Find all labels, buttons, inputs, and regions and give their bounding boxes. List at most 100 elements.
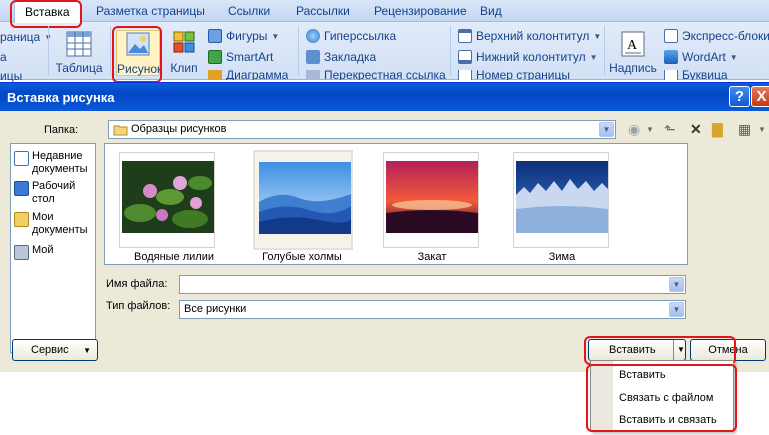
clip-button[interactable]: Клип xyxy=(166,30,202,75)
file-item[interactable] xyxy=(119,152,215,248)
diagram-label: Диаграмма xyxy=(226,70,289,80)
partial-item-tables: ицы xyxy=(0,69,22,83)
chart-icon xyxy=(208,70,222,80)
insert-picture-dialog: Вставка рисунка ? X Папка: Образцы рисун… xyxy=(0,82,769,372)
thumbnail-water-lilies xyxy=(122,161,214,233)
partial-item-page[interactable]: раница▼ xyxy=(0,30,52,44)
hyperlink-label: Гиперссылка xyxy=(324,29,397,43)
dropcap-icon xyxy=(664,70,678,80)
ribbon-separator xyxy=(110,26,111,76)
place-recent[interactable]: Недавние документы xyxy=(14,150,95,176)
table-icon xyxy=(66,31,92,57)
chevron-down-icon: ▼ xyxy=(589,52,598,62)
textbox-button[interactable]: A Надпись xyxy=(608,30,658,75)
header-button[interactable]: Верхний колонтитул ▼ xyxy=(458,29,601,43)
dropcap-button[interactable]: Буквица xyxy=(664,70,728,80)
new-folder-icon[interactable]: ▇ xyxy=(712,121,723,138)
diagram-button[interactable]: Диаграмма xyxy=(208,70,288,80)
clipart-icon xyxy=(173,31,195,53)
thumbnail-sunset xyxy=(386,161,478,233)
service-button[interactable]: Сервис ▼ xyxy=(12,339,98,361)
delete-icon[interactable]: ✕ xyxy=(690,121,702,138)
chevron-down-icon[interactable]: ▼ xyxy=(669,277,684,292)
file-item-selected[interactable] xyxy=(253,150,353,250)
chevron-down-icon: ▼ xyxy=(729,52,738,62)
crossref-button[interactable]: Перекрестная ссылка xyxy=(306,70,446,80)
desktop-icon xyxy=(14,181,29,196)
file-name-sunset: Закат xyxy=(417,251,447,263)
ribbon-separator xyxy=(604,26,605,76)
smartart-button[interactable]: SmartArt xyxy=(208,50,273,64)
svg-text:A: A xyxy=(627,38,638,53)
quickparts-label: Экспресс-блоки xyxy=(682,29,769,43)
chevron-down-icon: ▼ xyxy=(83,345,91,355)
folder-label: Папка: xyxy=(44,124,79,136)
wordart-button[interactable]: WordArt ▼ xyxy=(664,50,738,64)
textbox-icon: A xyxy=(621,31,645,57)
up-folder-icon[interactable]: ⬑ xyxy=(664,121,676,138)
file-name-blue-hills: Голубые холмы xyxy=(262,251,342,263)
partial-tables-label: ицы xyxy=(0,69,23,83)
chevron-down-icon: ▼ xyxy=(593,31,602,41)
file-name-winter: Зима xyxy=(548,251,576,263)
bookmark-label: Закладка xyxy=(324,50,377,64)
table-button[interactable]: Таблица xyxy=(54,30,104,75)
table-label: Таблица xyxy=(55,61,103,75)
thumbnail-winter xyxy=(516,161,608,233)
file-item[interactable] xyxy=(383,152,479,248)
shapes-label: Фигуры xyxy=(226,29,268,43)
partial-a-label: а xyxy=(0,50,7,64)
dropcap-label: Буквица xyxy=(682,70,728,80)
my-computer-icon xyxy=(14,245,29,260)
chevron-down-icon[interactable]: ▼ xyxy=(646,125,654,134)
tab-review[interactable]: Рецензирование xyxy=(374,4,467,18)
highlight-picture-button xyxy=(112,26,162,83)
folder-icon xyxy=(113,125,128,136)
back-icon[interactable]: ◉ xyxy=(628,121,640,138)
header-label: Верхний колонтитул xyxy=(476,29,590,43)
quickparts-button[interactable]: Экспресс-блоки xyxy=(664,29,769,43)
dialog-title: Вставка рисунка xyxy=(7,90,115,105)
partial-item-a[interactable]: а xyxy=(0,50,7,64)
shapes-icon xyxy=(208,29,222,43)
places-bar: Недавние документы Рабочий стол Мои доку… xyxy=(10,143,96,353)
footer-button[interactable]: Нижний колонтитул ▼ xyxy=(458,50,598,64)
chevron-down-icon: ▼ xyxy=(271,31,280,41)
filetype-select[interactable]: Все рисунки ▼ xyxy=(179,300,686,319)
dialog-titlebar[interactable]: Вставка рисунка ? X xyxy=(0,83,769,111)
close-button[interactable]: X xyxy=(751,86,769,107)
tab-references[interactable]: Ссылки xyxy=(228,4,270,18)
quickparts-icon xyxy=(664,29,678,43)
place-my-computer[interactable]: Мой xyxy=(14,244,54,260)
file-item[interactable] xyxy=(513,152,609,248)
pagenum-button[interactable]: Номер страницы xyxy=(458,70,570,80)
ribbon: Вставка Разметка страницы Ссылки Рассылк… xyxy=(0,0,769,83)
ribbon-separator xyxy=(298,26,299,76)
tab-page-layout[interactable]: Разметка страницы xyxy=(96,4,205,18)
chevron-down-icon[interactable]: ▼ xyxy=(669,302,684,317)
tab-mailings[interactable]: Рассылки xyxy=(296,4,350,18)
ribbon-separator xyxy=(450,26,451,76)
place-desktop[interactable]: Рабочий стол xyxy=(14,180,95,206)
thumbnail-blue-hills xyxy=(259,162,351,234)
hyperlink-button[interactable]: Гиперссылка xyxy=(306,29,396,43)
views-icon[interactable]: ▦ xyxy=(738,121,751,138)
place-my-documents[interactable]: Мои документы xyxy=(14,211,95,237)
clip-label: Клип xyxy=(170,61,198,75)
chevron-down-icon[interactable]: ▼ xyxy=(758,125,766,134)
tab-view[interactable]: Вид xyxy=(480,4,502,18)
place-my-documents-label: Мои документы xyxy=(32,211,88,236)
place-my-computer-label: Мой xyxy=(32,244,54,256)
folder-select[interactable]: Образцы рисунков ▼ xyxy=(108,120,616,139)
folder-value: Образцы рисунков xyxy=(131,123,227,135)
footer-icon xyxy=(458,50,472,64)
recent-documents-icon xyxy=(14,151,29,166)
filetype-value: Все рисунки xyxy=(184,303,247,315)
ribbon-separator xyxy=(48,26,49,76)
bookmark-button[interactable]: Закладка xyxy=(306,50,376,64)
shapes-button[interactable]: Фигуры ▼ xyxy=(208,29,279,43)
chevron-down-icon[interactable]: ▼ xyxy=(599,122,614,137)
highlight-tab-insert xyxy=(10,0,82,28)
filename-input[interactable]: ▼ xyxy=(179,275,686,294)
help-button[interactable]: ? xyxy=(729,86,750,107)
